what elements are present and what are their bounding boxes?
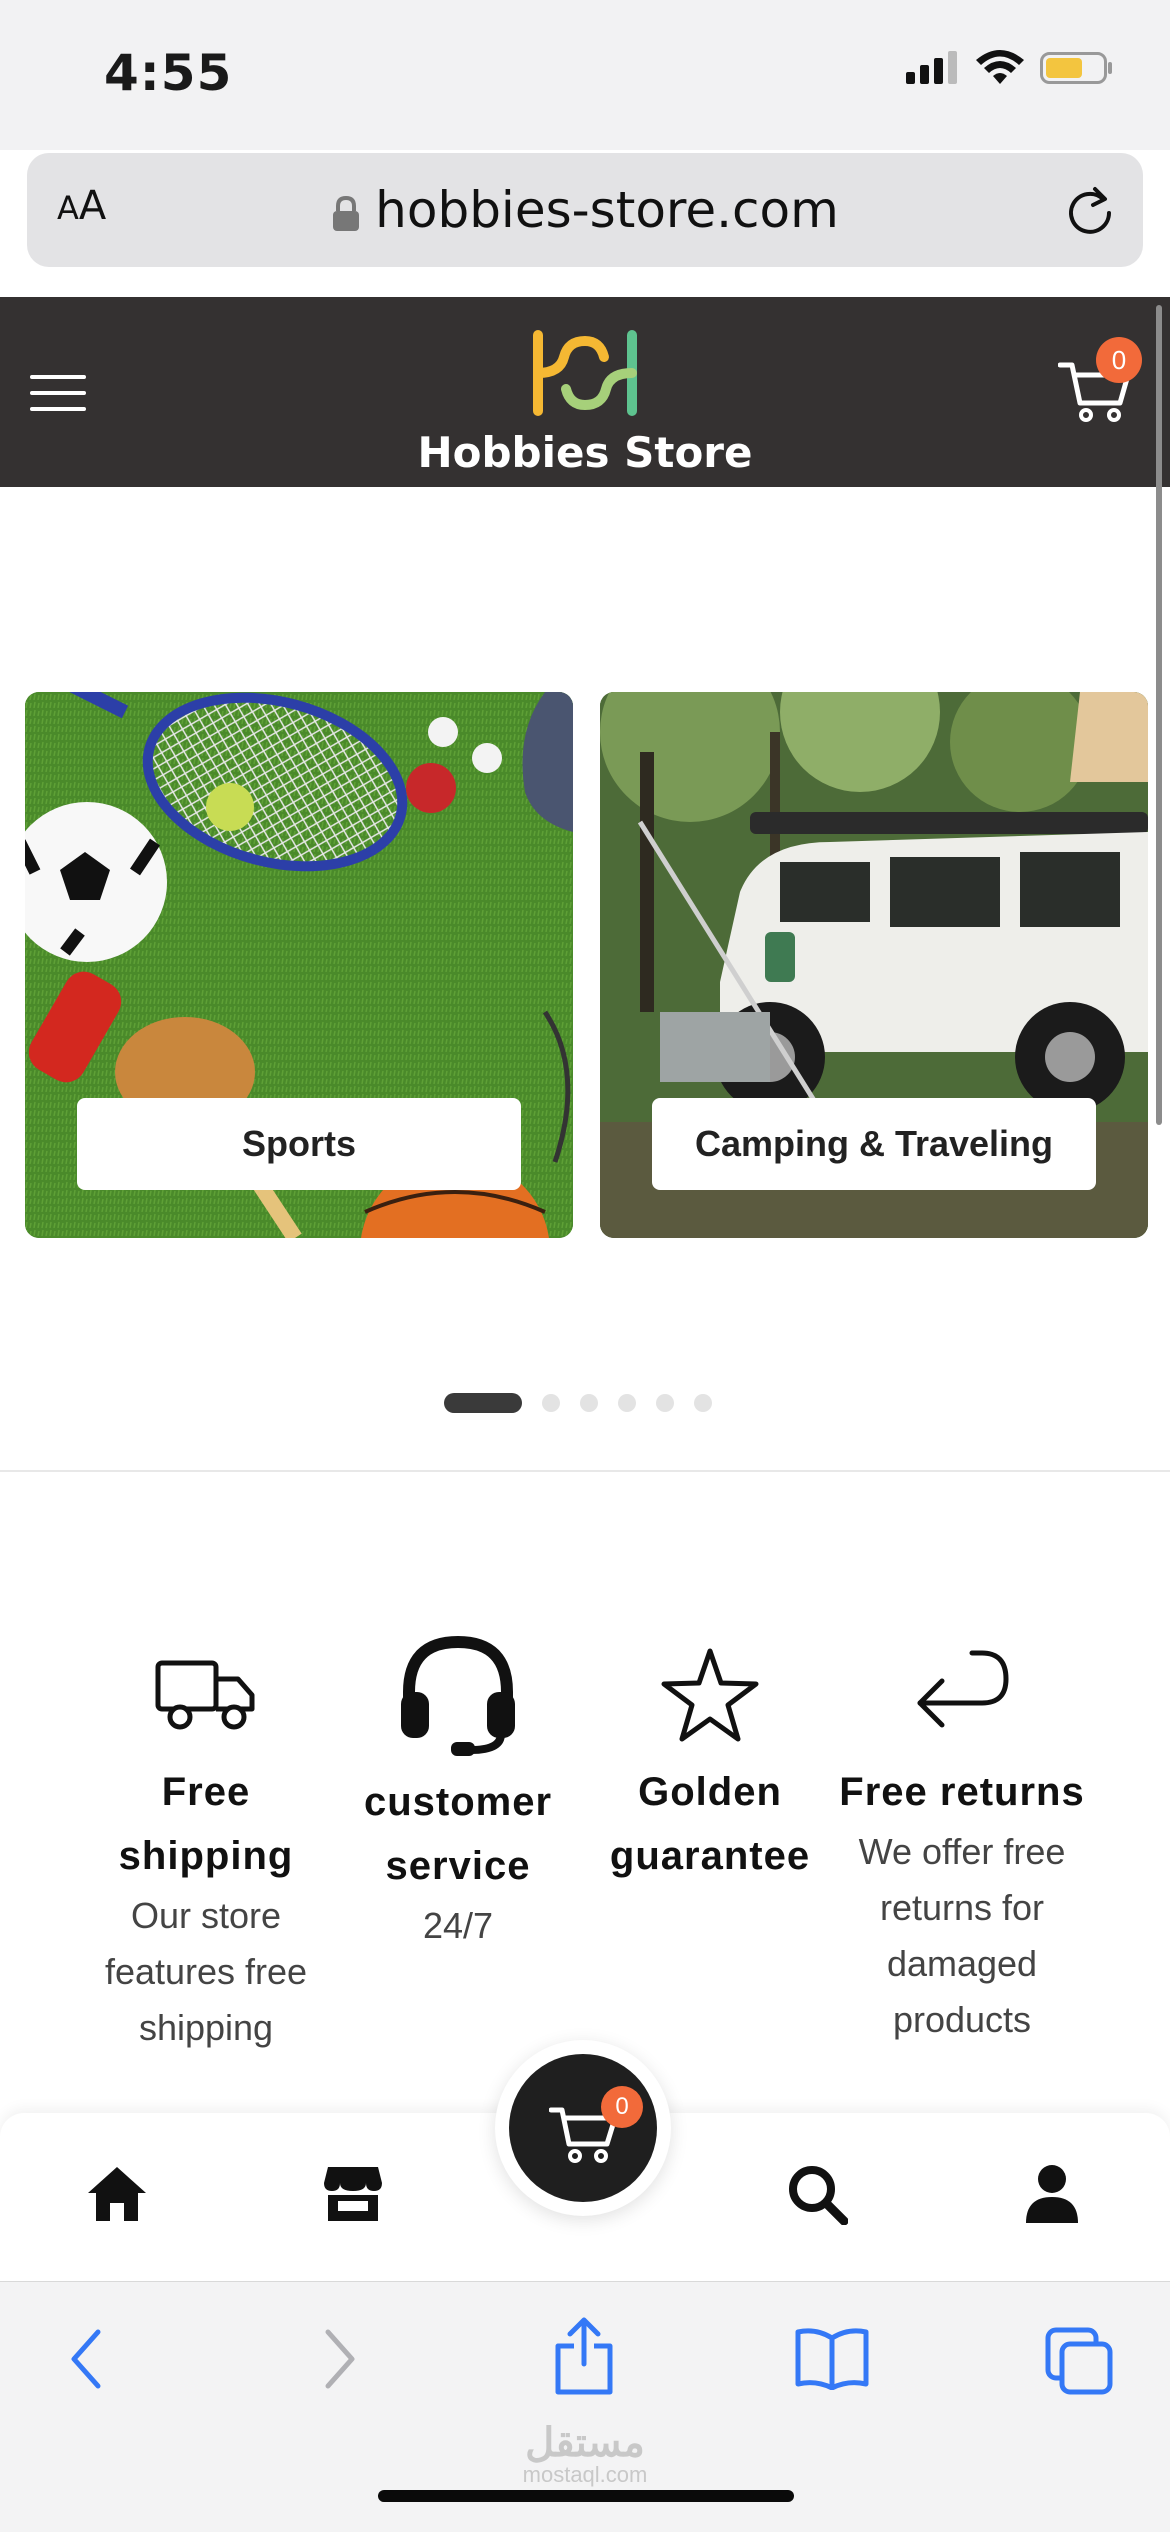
carousel-dot[interactable] <box>656 1394 674 1412</box>
carousel-dot[interactable] <box>542 1394 560 1412</box>
category-label: Sports <box>77 1098 521 1190</box>
status-icons <box>904 50 1114 86</box>
cart-count-badge: 0 <box>1096 337 1142 383</box>
home-icon[interactable] <box>84 2163 150 2225</box>
tabs-icon[interactable] <box>1044 2326 1114 2396</box>
user-icon[interactable] <box>1024 2163 1080 2225</box>
feature-free-shipping: Free shipping Our store features free sh… <box>81 1630 331 2056</box>
reload-icon[interactable] <box>1063 181 1117 239</box>
carousel-dot[interactable] <box>618 1394 636 1412</box>
feature-description: Our store features free shipping <box>104 1895 308 2048</box>
cellular-signal-icon <box>906 51 957 84</box>
section-divider <box>0 1470 1170 1472</box>
floating-cart-button[interactable]: 0 <box>495 2040 671 2216</box>
forward-icon[interactable] <box>320 2326 360 2392</box>
star-icon <box>661 1648 759 1742</box>
carousel-pagination <box>444 1393 712 1413</box>
watermark-text: مستقل <box>525 2421 645 2465</box>
feature-description: 24/7 <box>422 1905 494 1946</box>
back-icon[interactable] <box>66 2326 106 2392</box>
header-cart-button[interactable]: 0 <box>1057 337 1142 423</box>
hamburger-menu-icon[interactable] <box>30 375 86 411</box>
carousel-dot-active[interactable] <box>444 1393 522 1413</box>
site-header: Hobbies Store 0 <box>0 297 1170 487</box>
category-label: Camping & Traveling <box>652 1098 1096 1190</box>
wifi-icon <box>976 50 1024 84</box>
watermark: مستقل mostaql.com <box>0 2420 1170 2488</box>
logo-text: Hobbies Store <box>417 428 753 477</box>
battery-icon <box>1040 52 1112 84</box>
status-bar: 4:55 <box>0 0 1170 150</box>
store-icon[interactable] <box>322 2163 384 2223</box>
address-bar[interactable]: AA hobbies-store.com <box>27 153 1143 267</box>
store-logo[interactable]: Hobbies Store <box>410 327 760 477</box>
feature-title: customer service <box>363 1780 553 1888</box>
watermark-subtext: mostaql.com <box>522 2462 648 2487</box>
feature-title: Free shipping <box>118 1770 294 1878</box>
category-card-camping[interactable]: Camping & Traveling <box>600 692 1148 1238</box>
lock-icon <box>333 195 360 231</box>
page-scrollbar[interactable] <box>1156 305 1162 1125</box>
url-text: hobbies-store.com <box>375 181 839 239</box>
feature-customer-service: customer service 24/7 <box>333 1630 583 1954</box>
logo-mark-icon <box>533 330 637 416</box>
headset-icon <box>401 1635 515 1756</box>
cart-count-badge: 0 <box>601 2086 643 2128</box>
feature-title: Golden guarantee <box>609 1770 811 1878</box>
feature-description: We offer free returns for damaged produc… <box>858 1831 1066 2040</box>
carousel-dot[interactable] <box>694 1394 712 1412</box>
home-indicator[interactable] <box>378 2490 794 2502</box>
carousel-dot[interactable] <box>580 1394 598 1412</box>
feature-title: Free returns <box>839 1770 1085 1814</box>
url-display[interactable]: hobbies-store.com <box>27 181 1143 239</box>
share-icon[interactable] <box>552 2316 616 2396</box>
category-card-sports[interactable]: Sports <box>25 692 573 1238</box>
truck-icon <box>155 1660 255 1730</box>
bookmarks-icon[interactable] <box>794 2326 870 2390</box>
feature-free-returns: Free returns We offer free returns for d… <box>837 1630 1087 2048</box>
status-time: 4:55 <box>104 44 233 102</box>
feature-golden-guarantee: Golden guarantee <box>585 1630 835 1888</box>
search-icon[interactable] <box>786 2163 848 2225</box>
return-arrow-icon <box>917 1650 1009 1728</box>
